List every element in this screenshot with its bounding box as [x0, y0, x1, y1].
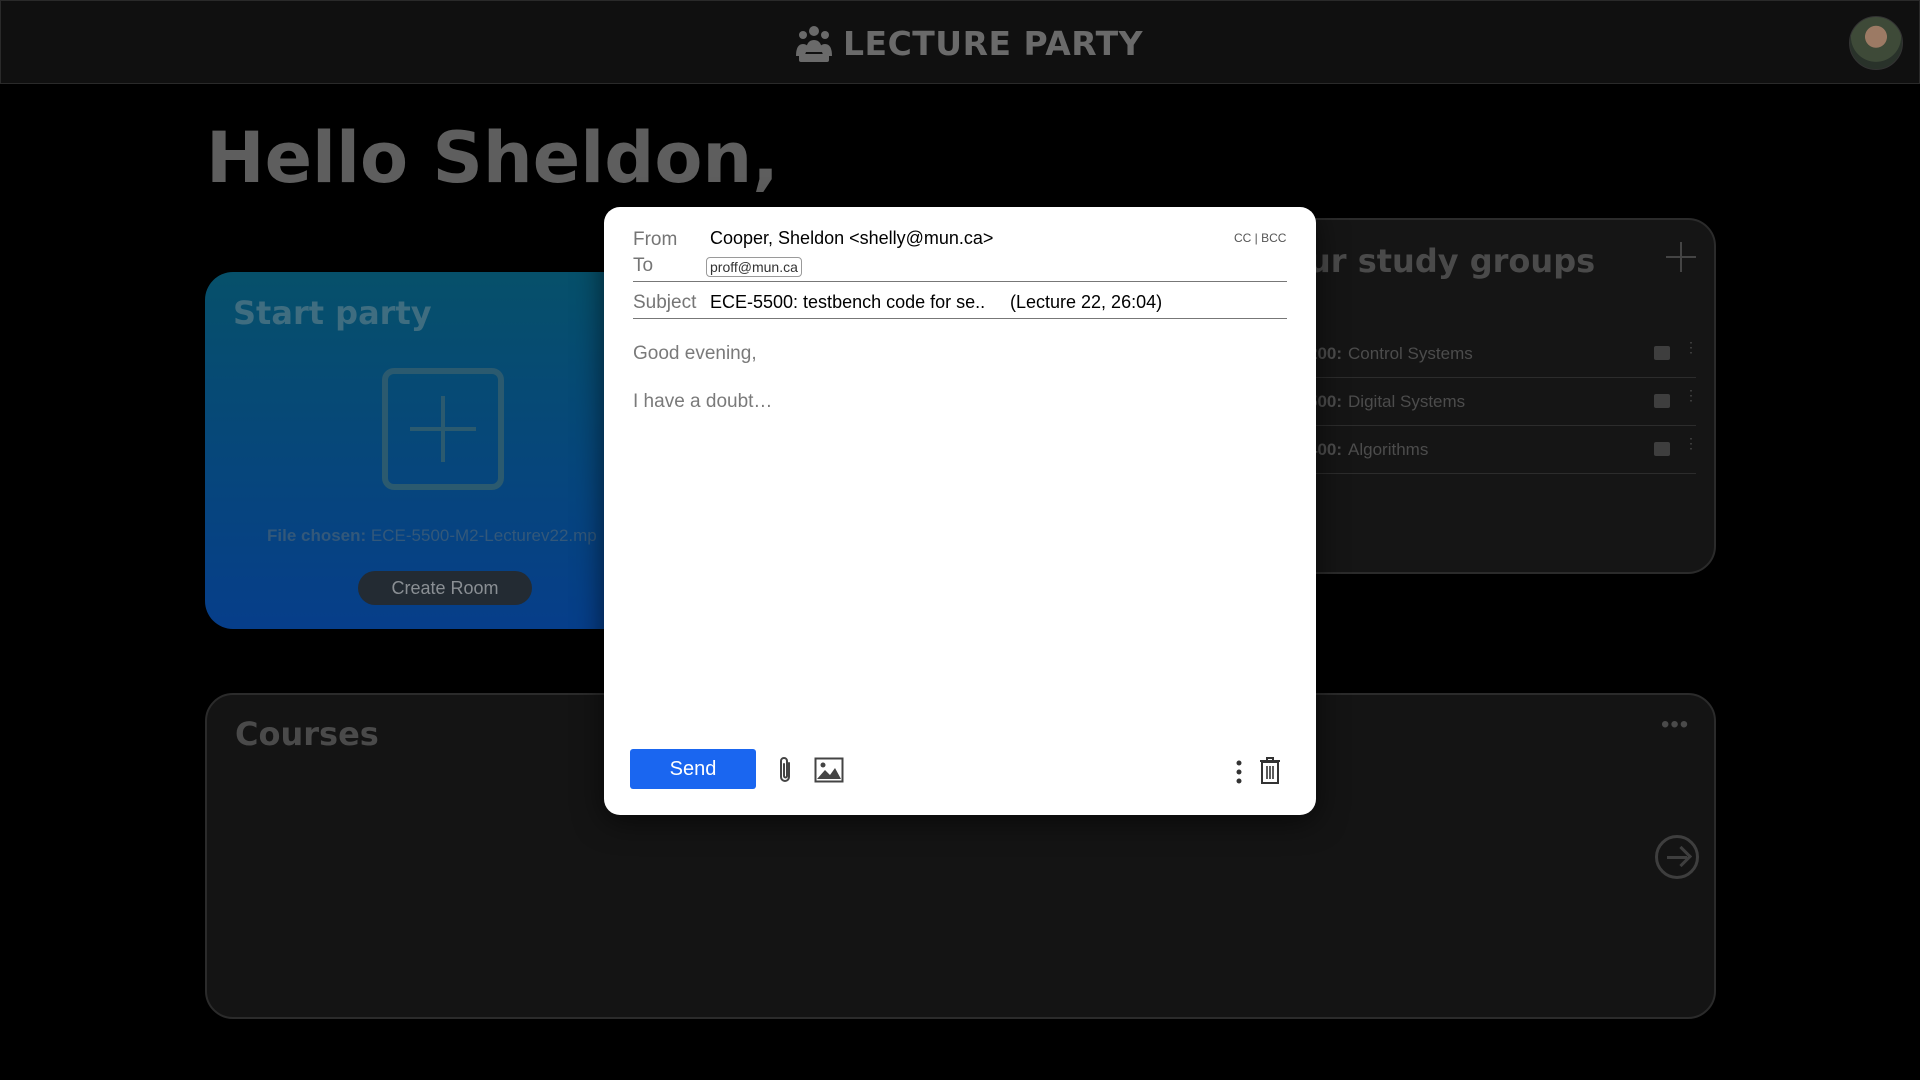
add-group-icon[interactable]	[1666, 242, 1696, 272]
lock-icon	[1654, 442, 1670, 456]
cc-bcc-toggle[interactable]: CC | BCC	[1234, 231, 1286, 245]
email-body-line[interactable]: Good evening,	[633, 343, 757, 365]
lock-icon	[1654, 394, 1670, 408]
group-people-icon	[796, 26, 832, 62]
brand-name: LECTURE PARTY	[843, 23, 1144, 63]
more-vertical-icon[interactable]: ⋮	[1684, 340, 1698, 360]
top-bar: LECTURE PARTY	[0, 0, 1920, 84]
study-groups-card: ur study groups 200: Control Systems ⋮ 5…	[1260, 218, 1716, 574]
create-room-button[interactable]: Create Room	[358, 571, 532, 605]
arrow-right-circle-icon[interactable]	[1655, 835, 1699, 879]
user-avatar[interactable]	[1849, 16, 1903, 70]
lock-icon	[1654, 346, 1670, 360]
group-name: Control Systems	[1348, 343, 1473, 363]
study-group-row[interactable]: 400: Algorithms ⋮	[1308, 426, 1698, 474]
more-vertical-icon[interactable]: ⋮	[1684, 436, 1698, 456]
attachment-icon[interactable]	[776, 755, 794, 785]
study-group-row[interactable]: 200: Control Systems ⋮	[1308, 330, 1698, 378]
file-chosen-label: File chosen:	[267, 526, 367, 545]
more-horizontal-icon[interactable]: •••	[1661, 711, 1689, 739]
subject-lecture-reference: (Lecture 22, 26:04)	[1010, 292, 1163, 312]
study-groups-title: ur study groups	[1308, 242, 1596, 280]
divider	[633, 281, 1287, 282]
trash-icon[interactable]	[1258, 755, 1282, 785]
study-group-row[interactable]: 500: Digital Systems ⋮	[1308, 378, 1698, 426]
insert-image-icon[interactable]	[814, 757, 844, 783]
courses-title: Courses	[235, 715, 379, 753]
divider	[633, 318, 1287, 319]
file-chosen-value: ECE-5500-M2-Lecturev22.mp	[370, 526, 597, 545]
to-label: To	[633, 255, 654, 276]
group-name: Algorithms	[1348, 439, 1429, 459]
email-body-line[interactable]: I have a doubt…	[633, 391, 772, 413]
send-button[interactable]: Send	[630, 749, 756, 789]
add-file-icon[interactable]	[382, 368, 504, 490]
more-options-icon[interactable]	[1235, 760, 1243, 784]
from-field[interactable]: Cooper, Sheldon <shelly@mun.ca>	[710, 228, 993, 249]
page: LECTURE PARTY Hello Sheldon, Start party…	[0, 0, 1920, 1080]
subject-field[interactable]: ECE-5500: testbench code for se..	[710, 292, 985, 313]
from-label: From	[633, 229, 678, 250]
more-vertical-icon[interactable]: ⋮	[1684, 388, 1698, 408]
subject-label: Subject	[633, 292, 697, 313]
file-chosen-text: File chosen: ECE-5500-M2-Lecturev22.mp	[267, 526, 597, 546]
brand[interactable]: LECTURE PARTY	[795, 19, 1143, 67]
start-party-title: Start party	[233, 294, 432, 332]
greeting-heading: Hello Sheldon,	[206, 117, 779, 199]
email-compose-dialog: From Cooper, Sheldon <shelly@mun.ca> CC …	[604, 207, 1316, 815]
group-name: Digital Systems	[1348, 391, 1466, 411]
recipient-chip[interactable]: proff@mun.ca	[706, 257, 802, 277]
